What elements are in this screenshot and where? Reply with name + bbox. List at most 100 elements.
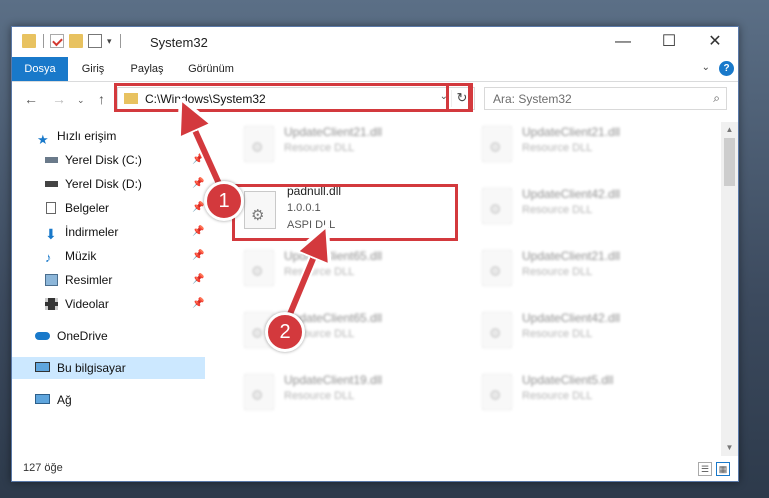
- sidebar-item-videos[interactable]: Videolar 📌: [12, 293, 205, 315]
- up-icon[interactable]: ↑: [98, 91, 105, 107]
- sidebar-item-label: Belgeler: [65, 201, 110, 215]
- search-input[interactable]: Ara: System32 ⌕: [484, 87, 727, 110]
- list-item[interactable]: UpdateClient21.dll Resource DLL: [472, 122, 692, 166]
- status-bar: 127 öğe ☰ ▦: [12, 457, 738, 481]
- back-icon[interactable]: ←: [24, 91, 38, 107]
- file-list: UpdateClient21.dll Resource DLL UpdateCl…: [219, 122, 719, 452]
- list-item[interactable]: UpdateClient42.dll Resource DLL: [472, 308, 692, 352]
- scroll-up-icon[interactable]: ▲: [721, 122, 738, 138]
- drive-icon: [45, 181, 58, 187]
- tab-view[interactable]: Görünüm: [176, 57, 246, 81]
- file-description: Resource DLL: [522, 266, 593, 278]
- minimize-button[interactable]: —: [600, 27, 646, 57]
- ribbon-expand-icon[interactable]: ⌄: [702, 62, 710, 73]
- pin-icon: 📌: [192, 250, 205, 261]
- sidebar-item-label: İndirmeler: [65, 225, 119, 239]
- toolbar-divider: [43, 34, 44, 48]
- file-name: UpdateClient21.dll: [522, 249, 621, 263]
- sidebar-item-this-pc[interactable]: Bu bilgisayar: [12, 357, 205, 379]
- videos-icon: [45, 298, 58, 310]
- computer-icon: [35, 362, 50, 372]
- title-bar: ▾ System32 — ☐ ✕: [12, 27, 738, 57]
- sidebar-item-label: OneDrive: [57, 329, 108, 343]
- list-item[interactable]: UpdateClient65.dll Resource DLL: [234, 246, 454, 290]
- file-description: Resource DLL: [522, 328, 593, 340]
- pin-icon: 📌: [192, 298, 205, 309]
- list-item[interactable]: UpdateClient19.dll Resource DLL: [234, 370, 454, 414]
- pin-icon: 📌: [192, 154, 205, 165]
- close-button[interactable]: ✕: [692, 27, 738, 57]
- dll-file-icon: [482, 374, 512, 410]
- scroll-down-icon[interactable]: ▼: [721, 440, 738, 456]
- file-name: UpdateClient42.dll: [522, 311, 621, 325]
- tab-home[interactable]: Giriş: [68, 57, 118, 81]
- file-name: UpdateClient19.dll: [284, 373, 383, 387]
- window-title: System32: [150, 35, 208, 50]
- address-highlight: [114, 83, 471, 112]
- sidebar-item-pictures[interactable]: Resimler 📌: [12, 269, 205, 291]
- cloud-icon: [35, 332, 50, 340]
- chevron-down-icon[interactable]: ▾: [107, 36, 112, 47]
- step-1-badge: 1: [204, 181, 244, 221]
- tiles-view-icon[interactable]: ▦: [716, 462, 730, 476]
- forward-icon[interactable]: →: [52, 91, 66, 107]
- drive-icon: [45, 157, 58, 163]
- list-item[interactable]: UpdateClient5.dll Resource DLL: [472, 370, 692, 414]
- dll-file-icon: [244, 374, 274, 410]
- tab-file[interactable]: Dosya: [12, 57, 68, 81]
- pictures-icon: [45, 274, 58, 286]
- list-item[interactable]: UpdateClient21.dll Resource DLL: [234, 122, 454, 166]
- file-name: UpdateClient65.dll: [284, 249, 383, 263]
- scrollbar-thumb[interactable]: [724, 138, 735, 186]
- sidebar-item-disk-d[interactable]: Yerel Disk (D:) 📌: [12, 173, 205, 195]
- sidebar-item-label: Resimler: [65, 273, 113, 287]
- list-item[interactable]: UpdateClient21.dll Resource DLL: [472, 246, 692, 290]
- sidebar-item-label: Yerel Disk (C:): [65, 153, 142, 167]
- explorer-window: ▾ System32 — ☐ ✕ Dosya Giriş Paylaş Görü…: [11, 26, 739, 482]
- file-description: Resource DLL: [522, 142, 593, 154]
- search-placeholder: Ara: System32: [493, 92, 572, 106]
- pin-icon: 📌: [192, 274, 205, 285]
- music-icon: ♪: [45, 250, 52, 265]
- file-name: UpdateClient5.dll: [522, 373, 614, 387]
- sidebar-item-label: Bu bilgisayar: [57, 361, 126, 375]
- refresh-highlight: [446, 83, 473, 112]
- file-name: UpdateClient42.dll: [522, 187, 621, 201]
- dll-file-icon: [482, 250, 512, 286]
- file-highlight: [232, 184, 458, 241]
- file-name: UpdateClient21.dll: [284, 125, 383, 139]
- sidebar-item-downloads[interactable]: ⬇ İndirmeler 📌: [12, 221, 205, 243]
- ribbon-tabs: Dosya Giriş Paylaş Görünüm ⌄ ?: [12, 57, 738, 82]
- download-icon: ⬇: [45, 226, 57, 242]
- search-icon[interactable]: ⌕: [713, 91, 720, 106]
- help-icon[interactable]: ?: [719, 61, 734, 76]
- dll-file-icon: [482, 312, 512, 348]
- sidebar-item-label: Müzik: [65, 249, 97, 263]
- pin-icon: 📌: [192, 226, 205, 237]
- details-view-icon[interactable]: ☰: [698, 462, 712, 476]
- dll-file-icon: [482, 126, 512, 162]
- quick-access-toolbar: ▾: [22, 34, 127, 48]
- recent-locations-icon[interactable]: ⌄: [77, 95, 85, 106]
- sidebar-item-music[interactable]: ♪ Müzik 📌: [12, 245, 205, 267]
- tab-share[interactable]: Paylaş: [118, 57, 176, 81]
- navigation-pane: ★ Hızlı erişim Yerel Disk (C:) 📌 Yerel D…: [12, 122, 205, 452]
- pin-icon: 📌: [192, 178, 205, 189]
- sidebar-item-onedrive[interactable]: OneDrive: [12, 325, 205, 347]
- folder-icon[interactable]: [22, 34, 36, 48]
- sidebar-item-disk-c[interactable]: Yerel Disk (C:) 📌: [12, 149, 205, 171]
- maximize-button[interactable]: ☐: [646, 27, 692, 57]
- sidebar-item-network[interactable]: Ağ: [12, 389, 205, 411]
- sidebar-item-quick-access[interactable]: ★ Hızlı erişim: [12, 125, 205, 147]
- customize-toolbar-icon[interactable]: [88, 34, 102, 48]
- file-description: Resource DLL: [284, 266, 355, 278]
- sidebar-item-documents[interactable]: Belgeler 📌: [12, 197, 205, 219]
- vertical-scrollbar[interactable]: ▲ ▼: [721, 122, 738, 456]
- list-item[interactable]: UpdateClient42.dll Resource DLL: [472, 184, 692, 228]
- file-description: Resource DLL: [522, 390, 593, 402]
- step-2-badge: 2: [265, 312, 305, 352]
- new-folder-icon[interactable]: [69, 34, 83, 48]
- file-description: Resource DLL: [522, 204, 593, 216]
- file-description: Resource DLL: [284, 390, 355, 402]
- properties-icon[interactable]: [50, 34, 64, 48]
